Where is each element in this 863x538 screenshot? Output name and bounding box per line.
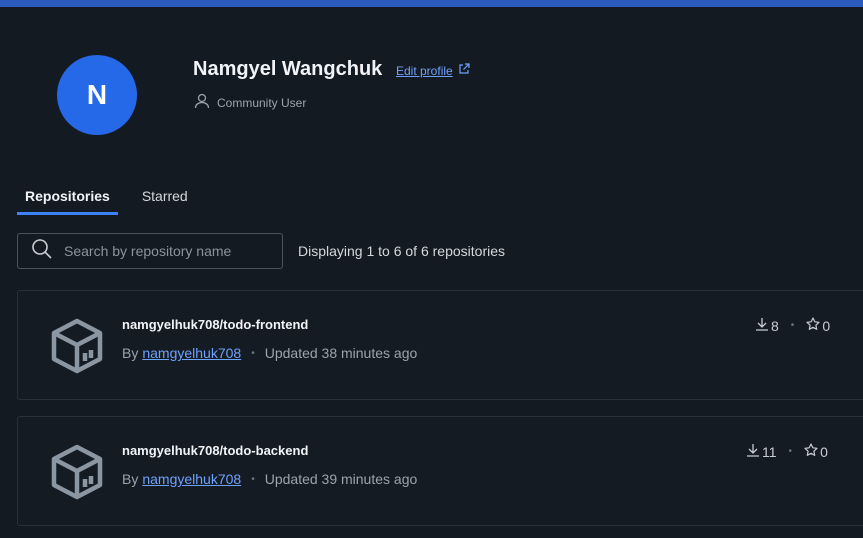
search-input[interactable] <box>64 243 274 259</box>
display-count: Displaying 1 to 6 of 6 repositories <box>298 243 505 259</box>
download-icon <box>755 317 769 334</box>
repo-title[interactable]: namgyelhuk708/todo-backend <box>122 443 308 458</box>
pull-count-value: 8 <box>771 317 779 334</box>
star-count-value: 0 <box>820 443 828 460</box>
edit-profile-label: Edit profile <box>396 63 453 78</box>
profile-name: Namgyel Wangchuk <box>193 58 383 80</box>
role-label: Community User <box>217 95 307 110</box>
owner-link[interactable]: namgyelhuk708 <box>142 345 241 361</box>
repo-meta: By namgyelhuk708 • Updated 38 minutes ag… <box>122 345 417 361</box>
owner-link[interactable]: namgyelhuk708 <box>142 471 241 487</box>
repo-stats: 11 • 0 <box>746 443 828 460</box>
role-line: Community User <box>193 92 306 113</box>
pull-count: 11 <box>746 443 777 460</box>
star-count-value: 0 <box>822 317 831 334</box>
repo-title[interactable]: namgyelhuk708/todo-frontend <box>122 317 308 332</box>
tab-starred[interactable]: Starred <box>134 184 196 215</box>
separator-dot: • <box>788 446 793 457</box>
repo-card[interactable]: namgyelhuk708/todo-frontend By namgyelhu… <box>17 290 863 400</box>
download-icon <box>746 443 760 460</box>
separator-dot: • <box>251 473 255 485</box>
separator-dot: • <box>251 347 255 359</box>
updated-time: Updated 39 minutes ago <box>264 471 418 487</box>
star-count: 0 <box>806 317 830 334</box>
search-box[interactable] <box>17 233 283 269</box>
repo-cube-icon <box>50 443 104 506</box>
repo-meta: By namgyelhuk708 • Updated 39 minutes ag… <box>122 471 417 487</box>
by-label: By <box>122 471 139 487</box>
edit-profile-link[interactable]: Edit profile <box>396 63 470 78</box>
updated-time: Updated 38 minutes ago <box>264 345 418 361</box>
search-icon <box>30 237 54 266</box>
tab-repositories[interactable]: Repositories <box>17 184 118 215</box>
pull-count: 8 <box>755 317 779 334</box>
repo-stats: 8 • 0 <box>755 317 830 334</box>
avatar: N <box>57 55 137 135</box>
person-icon <box>193 92 211 113</box>
star-count: 0 <box>804 443 828 460</box>
pull-count-value: 11 <box>762 443 777 460</box>
repo-cube-icon <box>50 317 104 380</box>
external-link-icon <box>458 63 470 78</box>
star-icon <box>804 443 818 460</box>
repo-card[interactable]: namgyelhuk708/todo-backend By namgyelhuk… <box>17 416 863 526</box>
star-icon <box>806 317 820 334</box>
profile-tabs: Repositories Starred <box>17 184 212 215</box>
separator-dot: • <box>790 320 795 331</box>
top-accent-bar <box>0 0 863 7</box>
by-label: By <box>122 345 139 361</box>
